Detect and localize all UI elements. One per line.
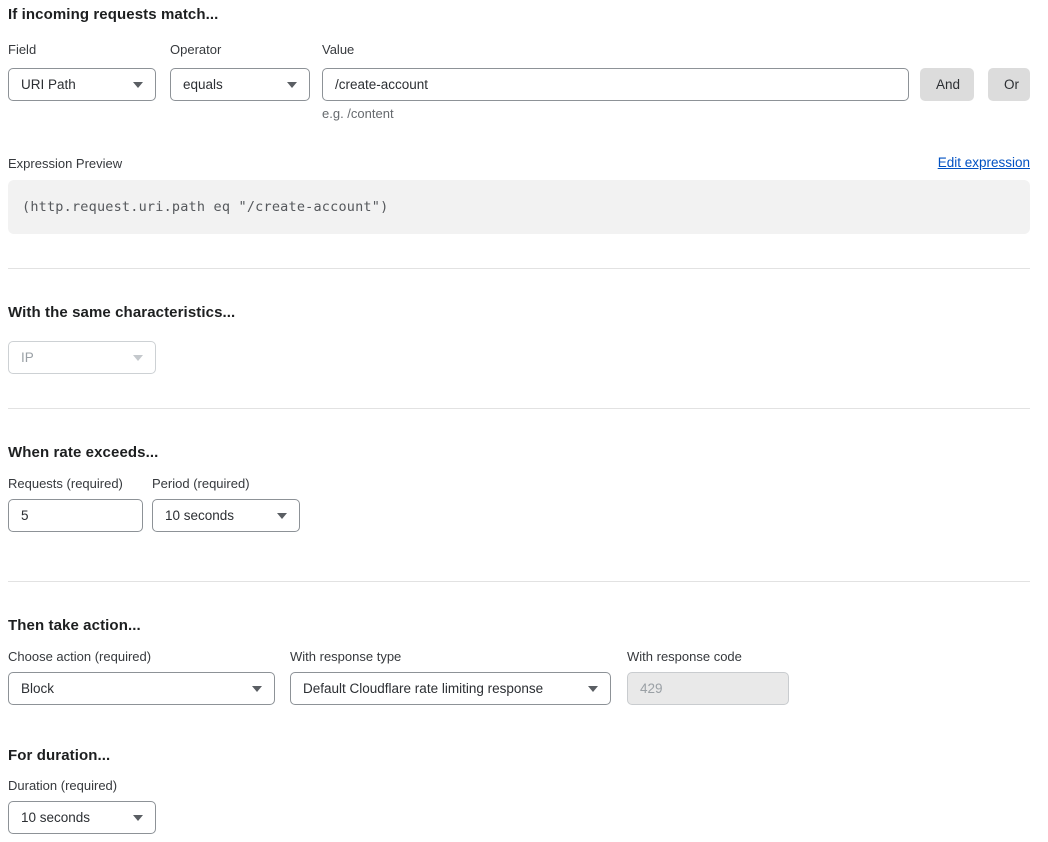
- rate-section-heading: When rate exceeds...: [8, 444, 158, 461]
- duration-select-value: 10 seconds: [21, 810, 90, 825]
- characteristic-select-value: IP: [21, 350, 34, 365]
- operator-select-value: equals: [183, 77, 223, 92]
- chevron-down-icon: [277, 513, 287, 519]
- value-label: Value: [322, 42, 354, 57]
- field-label: Field: [8, 42, 36, 57]
- requests-input[interactable]: [8, 499, 143, 532]
- choose-action-select[interactable]: Block: [8, 672, 275, 705]
- or-button[interactable]: Or: [988, 68, 1030, 101]
- characteristics-section-heading: With the same characteristics...: [8, 304, 235, 321]
- period-select[interactable]: 10 seconds: [152, 499, 300, 532]
- section-divider: [8, 408, 1030, 409]
- choose-action-label: Choose action (required): [8, 649, 151, 664]
- chevron-down-icon: [133, 82, 143, 88]
- match-section-heading: If incoming requests match...: [8, 6, 218, 23]
- response-type-select[interactable]: Default Cloudflare rate limiting respons…: [290, 672, 611, 705]
- expression-preview-code: (http.request.uri.path eq "/create-accou…: [8, 180, 1030, 234]
- duration-section-heading: For duration...: [8, 747, 110, 764]
- response-code-input: [627, 672, 789, 705]
- field-select-value: URI Path: [21, 77, 76, 92]
- expression-text: (http.request.uri.path eq "/create-accou…: [22, 199, 388, 215]
- duration-label: Duration (required): [8, 778, 117, 793]
- field-select[interactable]: URI Path: [8, 68, 156, 101]
- action-section-heading: Then take action...: [8, 617, 141, 634]
- chevron-down-icon: [252, 686, 262, 692]
- period-label: Period (required): [152, 476, 250, 491]
- chevron-down-icon: [287, 82, 297, 88]
- value-helper-text: e.g. /content: [322, 106, 394, 121]
- chevron-down-icon: [133, 815, 143, 821]
- section-divider: [8, 268, 1030, 269]
- value-input[interactable]: [322, 68, 909, 101]
- requests-label: Requests (required): [8, 476, 123, 491]
- operator-select[interactable]: equals: [170, 68, 310, 101]
- and-button[interactable]: And: [920, 68, 974, 101]
- section-divider: [8, 581, 1030, 582]
- response-type-label: With response type: [290, 649, 401, 664]
- response-code-label: With response code: [627, 649, 742, 664]
- edit-expression-link[interactable]: Edit expression: [938, 155, 1030, 170]
- chevron-down-icon: [588, 686, 598, 692]
- expression-preview-label: Expression Preview: [8, 156, 122, 171]
- period-select-value: 10 seconds: [165, 508, 234, 523]
- chevron-down-icon: [133, 355, 143, 361]
- operator-label: Operator: [170, 42, 221, 57]
- duration-select[interactable]: 10 seconds: [8, 801, 156, 834]
- characteristic-select: IP: [8, 341, 156, 374]
- response-type-select-value: Default Cloudflare rate limiting respons…: [303, 681, 543, 696]
- choose-action-select-value: Block: [21, 681, 54, 696]
